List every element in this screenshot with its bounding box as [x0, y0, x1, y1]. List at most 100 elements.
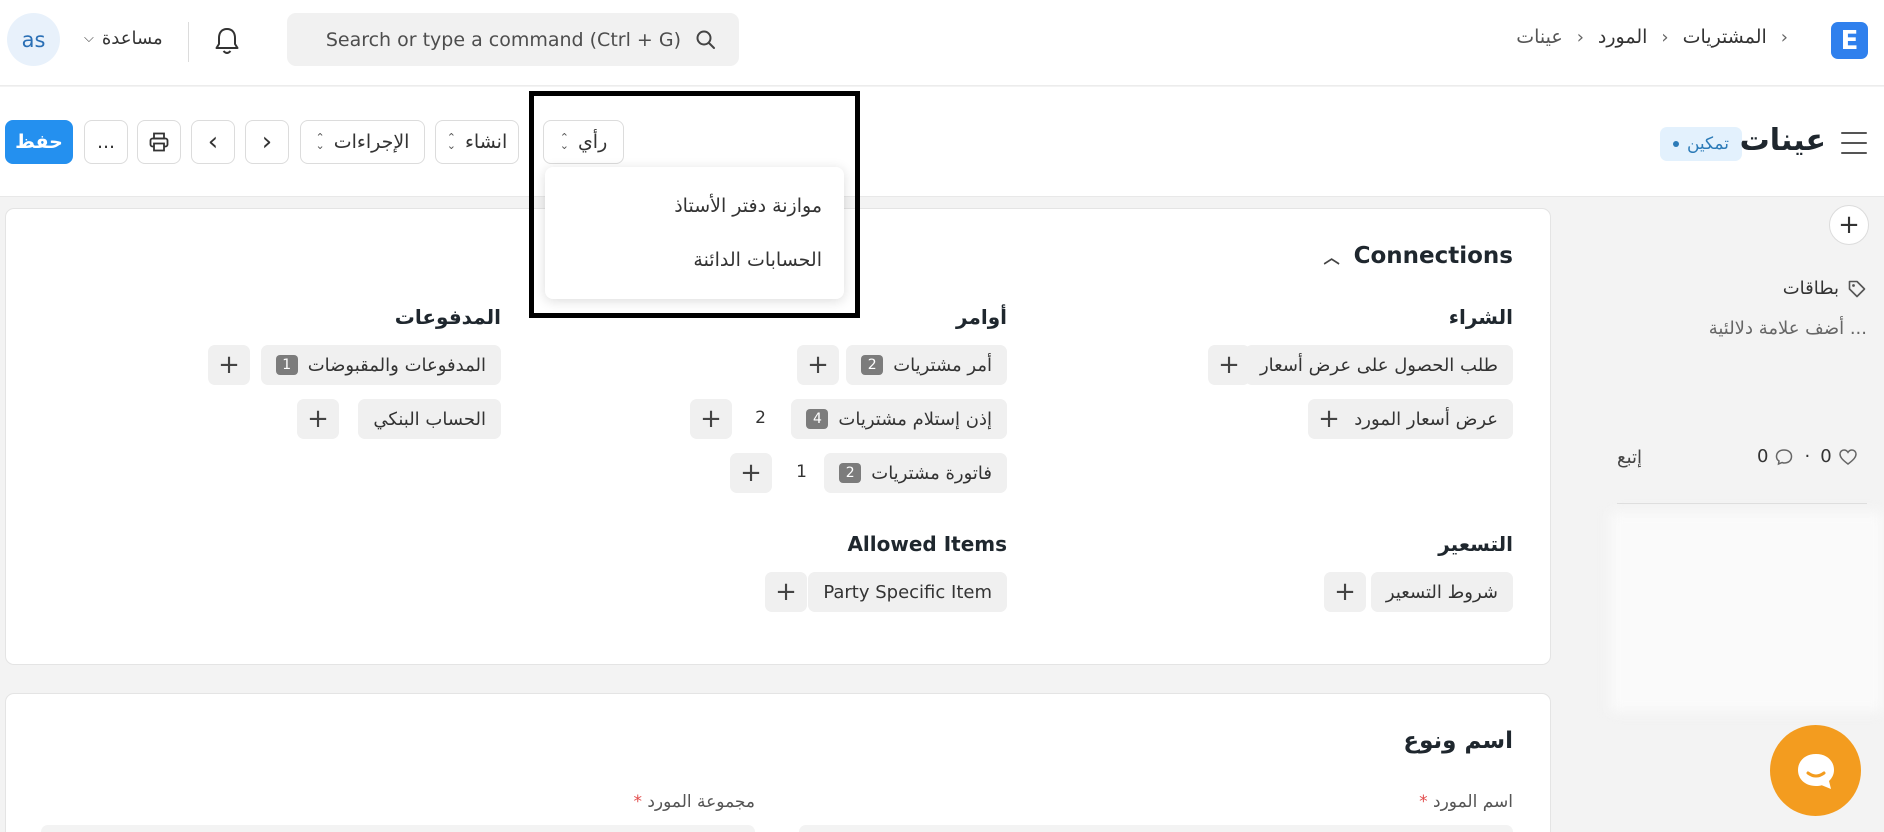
link-label: أمر مشتريات [893, 354, 992, 376]
open-count: 1 [796, 462, 807, 482]
updown-icon: ⌃ ⌄ [559, 131, 569, 152]
add-supplier-quotation-button[interactable]: + [1308, 399, 1350, 439]
breadcrumb-separator: › [1576, 26, 1584, 48]
link-payment-entry[interactable]: 1 المدفوعات والمقبوضات [260, 345, 501, 385]
supplier-group-label: * مجموعة المورد [633, 792, 755, 812]
group-title-purchase: الشراء [1448, 305, 1513, 329]
likes-count: 0 [1820, 446, 1832, 467]
link-label: شروط التسعير [1385, 581, 1498, 603]
chevron-up-icon: ︿ [1323, 248, 1340, 267]
name-and-type-card: اسم ونوع * اسم المورد * مجموعة المورد [5, 693, 1551, 832]
link-label: طلب الحصول على عرض أسعار [1259, 354, 1498, 376]
search-icon [696, 30, 715, 49]
more-button[interactable]: ... [84, 120, 128, 164]
hamburger-icon[interactable] [1841, 132, 1867, 154]
sidebar-divider [1617, 503, 1867, 504]
chevron-down-icon: ⌵ [84, 31, 94, 46]
link-label: فاتورة مشتريات [871, 462, 992, 484]
bell-icon[interactable] [213, 26, 241, 56]
menu-item-accounts-payable[interactable]: الحسابات الدائنة [545, 233, 844, 287]
link-party-specific-item[interactable]: Party Specific Item [808, 572, 1007, 612]
link-label: عرض أسعار المورد [1354, 408, 1498, 430]
add-payment-entry-button[interactable]: + [208, 345, 250, 385]
next-button[interactable]: › [245, 120, 289, 164]
navbar-divider [188, 22, 189, 62]
count-badge: 1 [275, 355, 298, 375]
group-title-pricing: التسعير [1438, 532, 1513, 556]
actions-label: الإجراءات [333, 131, 410, 153]
previous-button[interactable]: ‹ [191, 120, 235, 164]
comment-icon[interactable] [1774, 447, 1794, 467]
group-title-orders: أوامر [956, 305, 1007, 329]
supplier-name-label: * اسم المورد [1419, 792, 1513, 812]
required-mark: * [633, 792, 642, 812]
link-request-for-quotation[interactable]: طلب الحصول على عرض أسعار [1244, 345, 1513, 385]
search-placeholder: Search or type a command (Ctrl + G) [325, 28, 681, 51]
link-bank-account[interactable]: الحساب البنكي [358, 399, 501, 439]
supplier-name-field[interactable] [799, 825, 1513, 832]
tags-label: بطاقات [1782, 278, 1839, 299]
add-purchase-order-button[interactable]: + [797, 345, 839, 385]
save-button[interactable]: حفظ [5, 120, 73, 164]
create-label: انشاء [464, 131, 508, 153]
link-purchase-order[interactable]: 2 أمر مشتريات [846, 345, 1007, 385]
add-sidebar-button[interactable]: + [1829, 205, 1869, 245]
add-purchase-invoice-button[interactable]: + [730, 453, 772, 493]
breadcrumb-separator: › [1780, 26, 1788, 48]
group-title-allowed-items: Allowed Items [847, 532, 1007, 556]
supplier-group-field[interactable] [41, 825, 755, 832]
updown-icon: ⌃ ⌄ [315, 131, 325, 152]
view-dropdown-menu: موازنة دفتر الأستاذ الحسابات الدائنة [545, 167, 844, 299]
heart-icon[interactable] [1838, 447, 1858, 467]
chevron-right-icon: › [261, 127, 273, 157]
count-badge: 2 [839, 463, 862, 483]
breadcrumb-samples[interactable]: عينات [1516, 26, 1562, 48]
actions-dropdown[interactable]: ⌃ ⌄ الإجراءات [300, 120, 425, 164]
printer-icon [149, 132, 169, 152]
connections-title: Connections [1353, 243, 1513, 269]
link-purchase-invoice[interactable]: 2 فاتورة مشتريات [824, 453, 1007, 493]
follow-button[interactable]: إتبع [1617, 447, 1642, 468]
chat-button[interactable] [1770, 725, 1861, 816]
help-dropdown[interactable]: ⌵ مساعدة [84, 28, 163, 49]
link-label: Party Specific Item [823, 581, 992, 603]
connections-header[interactable]: ︿ Connections [1324, 243, 1513, 269]
required-mark: * [1419, 792, 1428, 812]
app-logo[interactable]: E [1831, 22, 1868, 59]
tags-header: بطاقات [1783, 278, 1867, 299]
sidebar-activity-area [1610, 512, 1884, 712]
avatar[interactable]: as [7, 13, 60, 66]
add-party-specific-item-button[interactable]: + [765, 572, 807, 612]
updown-icon: ⌃ ⌄ [446, 131, 456, 152]
document-stats: 0 · 0 [1757, 446, 1858, 467]
status-dot [1672, 141, 1679, 147]
print-button[interactable] [137, 120, 181, 164]
link-purchase-receipt[interactable]: 4 إذن إستلام مشتريات [791, 399, 1007, 439]
breadcrumb: › المشتريات › المورد › عينات [1516, 26, 1788, 48]
section-title: اسم ونوع [1403, 728, 1513, 754]
create-dropdown[interactable]: ⌃ ⌄ انشاء [435, 120, 519, 164]
breadcrumb-purchasing[interactable]: المشتريات [1683, 26, 1767, 48]
breadcrumb-separator: › [1661, 26, 1669, 48]
add-bank-account-button[interactable]: + [297, 399, 339, 439]
more-icon: ... [96, 131, 116, 153]
group-title-payments: المدفوعات [394, 305, 501, 329]
add-request-for-quotation-button[interactable]: + [1208, 345, 1250, 385]
link-label: الحساب البنكي [373, 408, 486, 430]
menu-item-general-ledger[interactable]: موازنة دفتر الأستاذ [545, 179, 844, 233]
view-dropdown[interactable]: ⌃ ⌄ رأي [543, 120, 624, 164]
status-label: تمكين [1686, 134, 1729, 154]
add-tag-link[interactable]: أضف علامة دلالئية ... [1709, 318, 1867, 339]
status-badge: تمكين [1659, 127, 1742, 161]
breadcrumb-supplier[interactable]: المورد [1598, 26, 1648, 48]
add-pricing-rule-button[interactable]: + [1324, 572, 1366, 612]
link-supplier-quotation[interactable]: عرض أسعار المورد [1339, 399, 1513, 439]
add-purchase-receipt-button[interactable]: + [690, 399, 732, 439]
stats-separator: · [1804, 446, 1811, 467]
chat-icon [1797, 753, 1834, 789]
help-label: مساعدة [101, 28, 163, 49]
search-input[interactable]: Search or type a command (Ctrl + G) [287, 13, 739, 66]
link-pricing-rule[interactable]: شروط التسعير [1370, 572, 1513, 612]
page-title: عينات [1739, 123, 1826, 158]
link-label: إذن إستلام مشتريات [838, 408, 992, 430]
